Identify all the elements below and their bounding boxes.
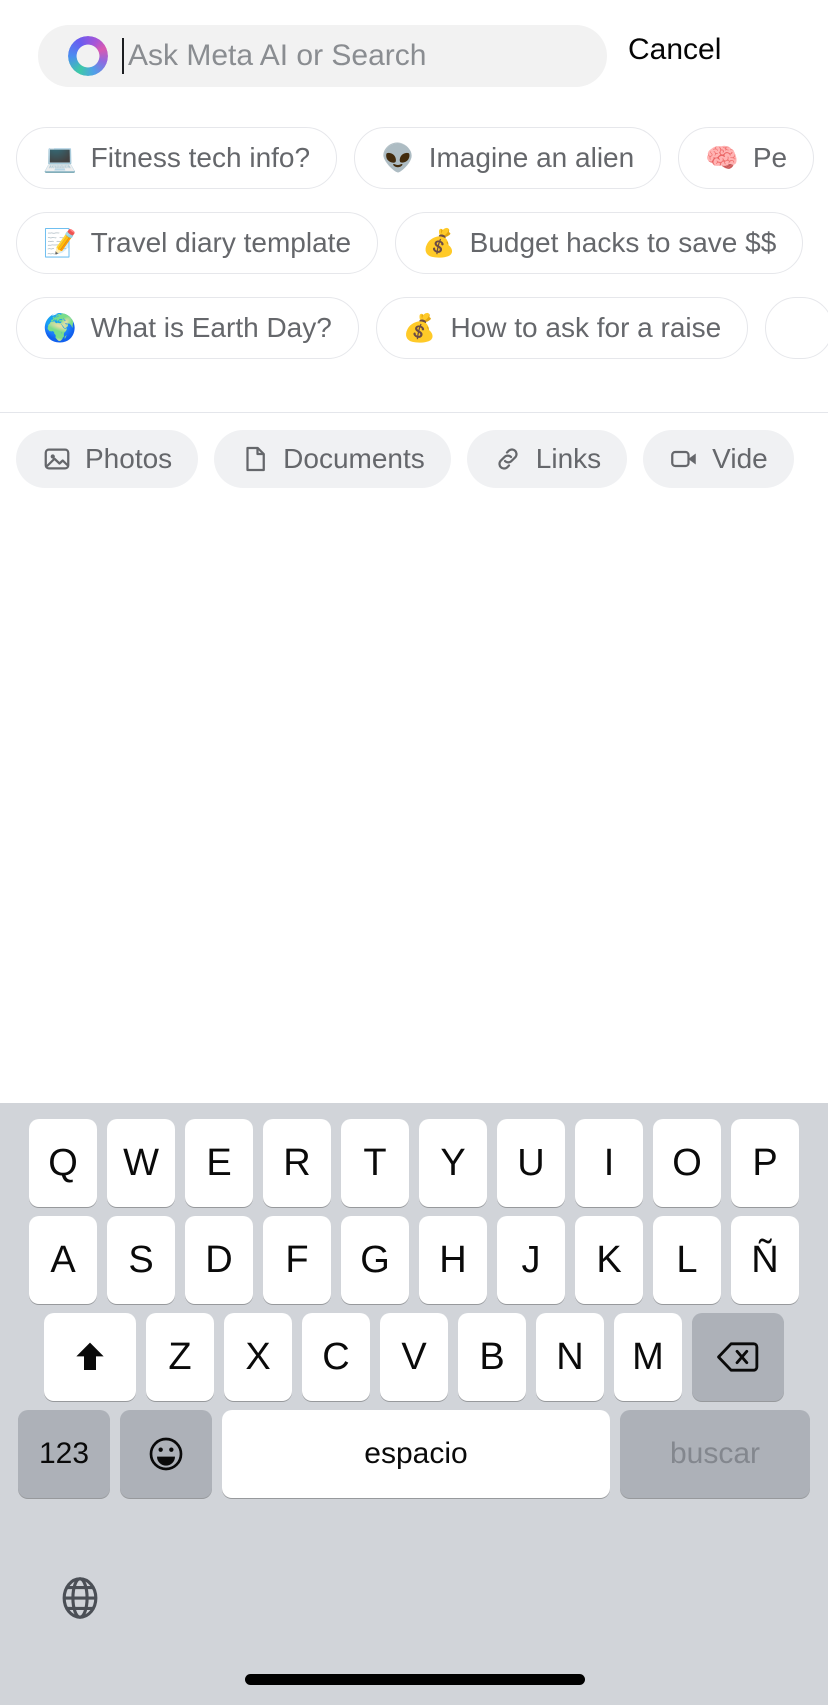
notepad-icon: 📝 (43, 227, 77, 258)
earth-globe-icon: 🌍 (43, 312, 77, 343)
suggestion-pill[interactable]: 💰 Budget hacks to save $$ (395, 212, 804, 274)
search-return-key[interactable]: buscar (620, 1410, 810, 1498)
search-input[interactable]: Ask Meta AI or Search (38, 25, 607, 87)
money-bag-icon: 💰 (422, 227, 456, 258)
photos-icon (44, 448, 70, 470)
suggestion-pill[interactable]: 💻 Fitness tech info? (16, 127, 338, 189)
filter-label: Links (535, 443, 602, 474)
keyboard-row-2: A S D F G H J K L Ñ (0, 1216, 828, 1304)
key-y[interactable]: Y (419, 1119, 487, 1207)
on-screen-keyboard: Q W E R T Y U I O P A S D F G H J K L Ñ … (0, 1103, 828, 1705)
meta-ai-ring-icon (68, 36, 108, 76)
emoji-key[interactable] (120, 1410, 212, 1498)
globe-icon[interactable] (55, 1573, 105, 1623)
shift-key[interactable] (44, 1313, 136, 1401)
keyboard-row-3: Z X C V B N M (0, 1313, 828, 1401)
key-t[interactable]: T (341, 1119, 409, 1207)
suggestion-label: Budget hacks to save $$ (469, 227, 777, 258)
filter-videos[interactable]: Vide (643, 430, 794, 488)
key-c[interactable]: C (302, 1313, 370, 1401)
space-key[interactable]: espacio (222, 1410, 610, 1498)
brain-icon: 🧠 (705, 142, 739, 173)
key-j[interactable]: J (497, 1216, 565, 1304)
documents-icon (246, 446, 266, 472)
money-bag-icon: 💰 (402, 312, 437, 343)
key-enye[interactable]: Ñ (731, 1216, 799, 1304)
filter-documents[interactable]: Documents (214, 430, 451, 488)
suggestion-pill[interactable]: 🌍 What is Earth Day? (16, 297, 359, 359)
emoji-smiley-icon (149, 1437, 183, 1471)
key-p[interactable]: P (731, 1119, 799, 1207)
key-f[interactable]: F (263, 1216, 331, 1304)
home-indicator (245, 1674, 585, 1685)
suggestion-row-1: 💻 Fitness tech info? 👽 Imagine an alien … (0, 123, 828, 193)
key-o[interactable]: O (653, 1119, 721, 1207)
shift-arrow-icon (76, 1342, 104, 1370)
key-r[interactable]: R (263, 1119, 331, 1207)
keyboard-row-4: 123 espacio buscar (0, 1410, 828, 1498)
key-l[interactable]: L (653, 1216, 721, 1304)
key-g[interactable]: G (341, 1216, 409, 1304)
suggestion-label: Travel diary template (90, 227, 352, 258)
filter-label: Documents (283, 443, 425, 474)
key-b[interactable]: B (458, 1313, 526, 1401)
suggestion-label: Pe (752, 142, 788, 173)
filter-label: Photos (85, 443, 173, 474)
suggestion-label: Imagine an alien (428, 142, 635, 173)
backspace-icon (717, 1342, 759, 1372)
backspace-key[interactable] (692, 1313, 784, 1401)
filter-label: Vide (712, 443, 768, 474)
key-a[interactable]: A (29, 1216, 97, 1304)
suggestion-pills: 💻 Fitness tech info? 👽 Imagine an alien … (0, 123, 828, 378)
key-m[interactable]: M (614, 1313, 682, 1401)
key-q[interactable]: Q (29, 1119, 97, 1207)
key-h[interactable]: H (419, 1216, 487, 1304)
alien-icon: 👽 (381, 142, 415, 173)
suggestion-row-2: 📝 Travel diary template 💰 Budget hacks t… (0, 208, 828, 278)
suggestion-pill[interactable]: 🧠 Pe (678, 127, 815, 189)
keyboard-row-1: Q W E R T Y U I O P (0, 1119, 828, 1207)
suggestion-label: Fitness tech info? (90, 142, 311, 173)
numbers-key[interactable]: 123 (18, 1410, 110, 1498)
key-k[interactable]: K (575, 1216, 643, 1304)
suggestion-pill[interactable] (765, 297, 828, 359)
suggestion-row-3: 🌍 What is Earth Day? 💰 How to ask for a … (0, 293, 828, 363)
section-divider (0, 412, 828, 413)
key-w[interactable]: W (107, 1119, 175, 1207)
laptop-icon: 💻 (43, 142, 77, 173)
key-e[interactable]: E (185, 1119, 253, 1207)
key-v[interactable]: V (380, 1313, 448, 1401)
key-n[interactable]: N (536, 1313, 604, 1401)
search-placeholder: Ask Meta AI or Search (128, 39, 427, 72)
globe-row (0, 1563, 828, 1633)
key-x[interactable]: X (224, 1313, 292, 1401)
filter-links[interactable]: Links (466, 430, 628, 488)
text-cursor (122, 38, 124, 74)
suggestion-label: How to ask for a raise (450, 312, 722, 343)
key-i[interactable]: I (575, 1119, 643, 1207)
filter-bar: Photos Documents Links Vide (16, 430, 810, 488)
key-s[interactable]: S (107, 1216, 175, 1304)
suggestion-pill[interactable]: 💰 How to ask for a raise (375, 297, 749, 359)
links-icon (498, 448, 518, 470)
key-u[interactable]: U (497, 1119, 565, 1207)
filter-photos[interactable]: Photos (16, 430, 199, 488)
key-z[interactable]: Z (146, 1313, 214, 1401)
suggestion-label: What is Earth Day? (90, 312, 332, 343)
search-header: Ask Meta AI or Search Cancel (0, 0, 828, 112)
suggestion-pill[interactable]: 📝 Travel diary template (16, 212, 379, 274)
key-d[interactable]: D (185, 1216, 253, 1304)
videos-icon (671, 450, 696, 468)
suggestion-pill[interactable]: 👽 Imagine an alien (354, 127, 662, 189)
cancel-button[interactable]: Cancel (628, 33, 721, 67)
